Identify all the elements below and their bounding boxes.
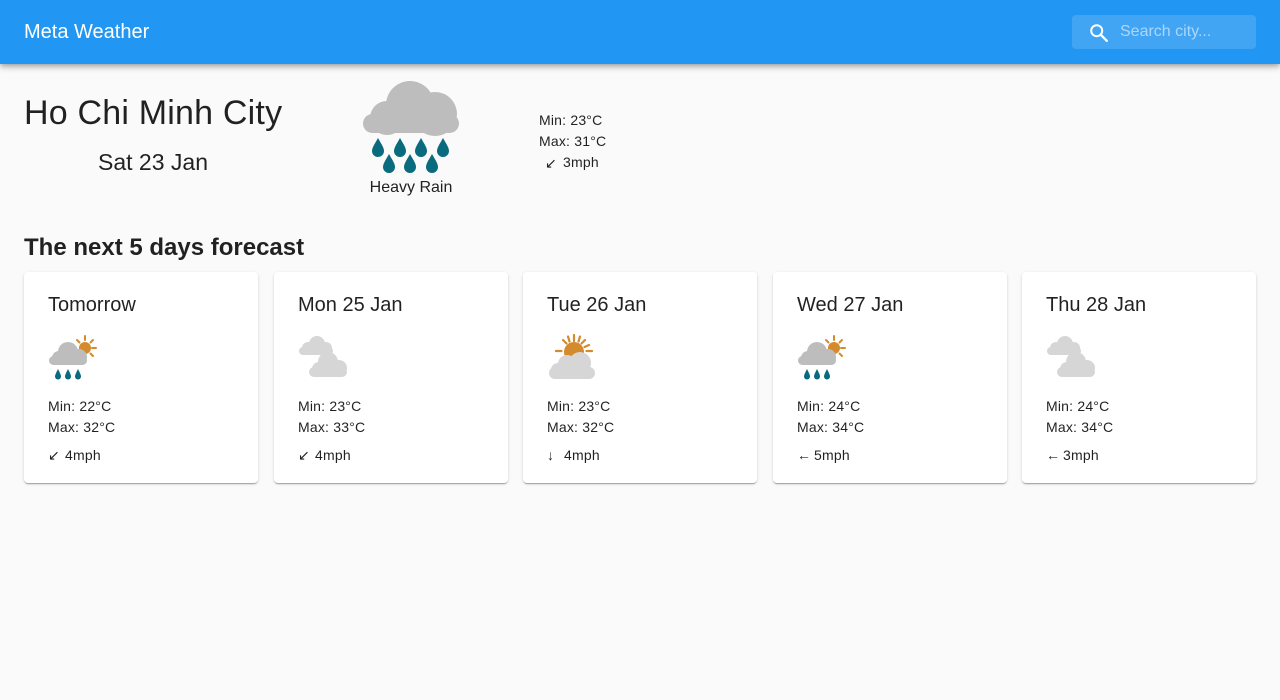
forecast-day: Mon 25 Jan [298, 294, 403, 316]
heavy-cloud-icon [299, 336, 347, 377]
forecast-wind-speed: 4mph [564, 447, 600, 463]
forecast-min-temp: Min: 23°C [298, 398, 362, 414]
app-bar: Meta Weather [0, 0, 1280, 64]
light-cloud-icon [549, 334, 595, 379]
current-wind: ↙ 3mph [539, 152, 606, 173]
current-max-temp: Max: 31°C [539, 133, 607, 149]
forecast-min-temp: Min: 23°C [547, 398, 611, 414]
current-min-temp: Min: 23°C [539, 112, 603, 128]
heavy-rain-icon [363, 81, 459, 173]
search-input[interactable] [1120, 15, 1250, 49]
forecast-wind-speed: 4mph [65, 447, 101, 463]
forecast-wind-speed: 5mph [814, 447, 850, 463]
forecast-card: Thu 28 Jan Min: 24°C Max: 34°C ← 3mph [1022, 272, 1256, 483]
forecast-min-temp: Min: 22°C [48, 398, 112, 414]
search-box[interactable] [1072, 15, 1256, 49]
forecast-max-temp: Max: 34°C [1046, 419, 1114, 435]
wind-direction-icon: ← [797, 447, 812, 463]
forecast-min-temp: Min: 24°C [797, 398, 861, 414]
wind-direction-icon: ↙ [48, 447, 60, 463]
forecast-wind: ↙ 4mph [48, 446, 101, 464]
city-name: Ho Chi Minh City [24, 94, 283, 132]
app-title: Meta Weather [24, 21, 150, 43]
current-stats: Min: 23°C Max: 31°C ↙ 3mph [539, 110, 606, 173]
wind-direction-icon: ↙ [545, 154, 557, 171]
forecast-wind: ↓ 4mph [547, 446, 600, 464]
forecast-card: Wed 27 Jan Min: 24°C Max: 34°C ← 5mph [773, 272, 1007, 483]
forecast-day: Tue 26 Jan [547, 294, 647, 316]
forecast-card: Tomorrow Min: 22°C Max: 32°C ↙ 4mph [24, 272, 258, 483]
forecast-day: Tomorrow [48, 294, 136, 316]
light-rain-icon [49, 335, 97, 380]
heavy-cloud-icon [1047, 336, 1095, 377]
forecast-list: Tomorrow Min: 22°C Max: 32°C ↙ 4mph Mon … [24, 272, 1256, 483]
forecast-wind-speed: 4mph [315, 447, 351, 463]
forecast-max-temp: Max: 32°C [48, 419, 116, 435]
wind-direction-icon: ← [1046, 447, 1061, 463]
forecast-card: Tue 26 Jan Min: 23°C Max: 32°C ↓ 4mph [523, 272, 757, 483]
forecast-max-temp: Max: 32°C [547, 419, 615, 435]
forecast-card: Mon 25 Jan Min: 23°C Max: 33°C ↙ 4mph [274, 272, 508, 483]
forecast-day: Wed 27 Jan [797, 294, 904, 316]
current-condition: Heavy Rain [369, 179, 453, 196]
forecast-title: The next 5 days forecast [24, 234, 305, 261]
wind-direction-icon: ↙ [298, 447, 310, 463]
forecast-day: Thu 28 Jan [1046, 294, 1147, 316]
forecast-min-temp: Min: 24°C [1046, 398, 1110, 414]
search-icon [1090, 24, 1108, 42]
current-date: Sat 23 Jan [98, 149, 208, 175]
wind-direction-icon: ↓ [547, 447, 555, 463]
current-wind-speed: 3mph [563, 154, 599, 170]
forecast-wind: ↙ 4mph [298, 446, 351, 464]
forecast-wind-speed: 3mph [1063, 447, 1099, 463]
forecast-max-temp: Max: 34°C [797, 419, 865, 435]
light-rain-icon [798, 335, 846, 380]
forecast-wind: ← 5mph [797, 446, 850, 464]
forecast-wind: ← 3mph [1046, 446, 1099, 464]
forecast-max-temp: Max: 33°C [298, 419, 366, 435]
